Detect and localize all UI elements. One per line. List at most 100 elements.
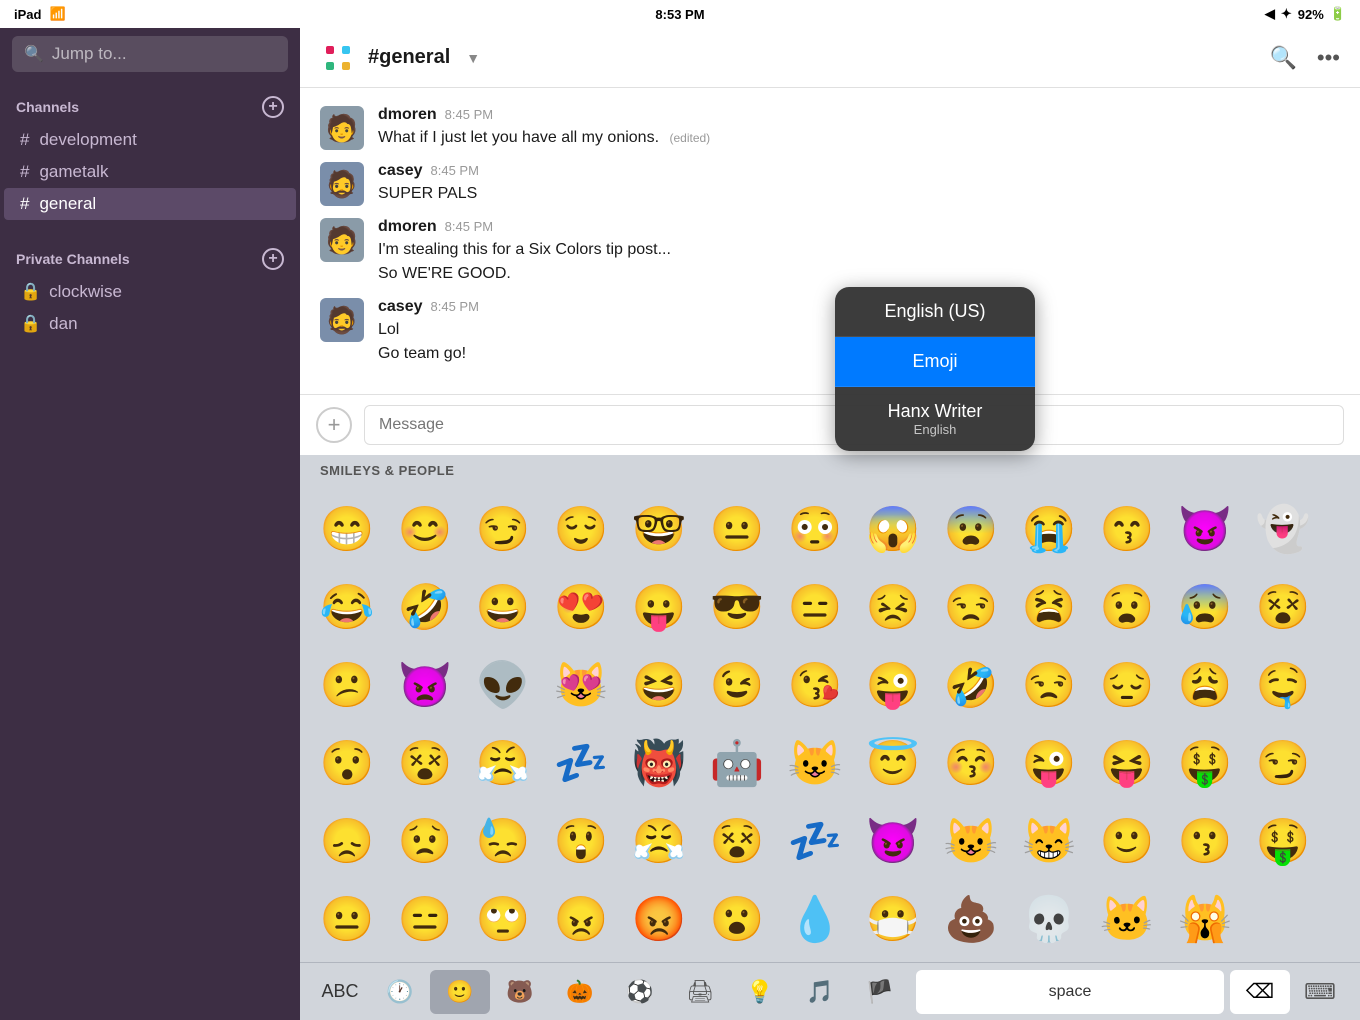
emoji-cell[interactable]: 👿 — [386, 646, 464, 724]
emoji-cell[interactable]: 🤣 — [932, 646, 1010, 724]
emoji-cell[interactable]: 🤣 — [386, 568, 464, 646]
food-icon[interactable]: 🎃 — [550, 970, 610, 1014]
emoji-cell[interactable]: 😌 — [542, 490, 620, 568]
emoji-cell[interactable]: 😓 — [464, 802, 542, 880]
emoji-cell[interactable]: 😏 — [1244, 724, 1322, 802]
emoji-cell[interactable]: 💀 — [1010, 880, 1088, 958]
emoji-cell[interactable]: 💧 — [776, 880, 854, 958]
activity-icon[interactable]: ⚽ — [610, 970, 670, 1014]
language-option-emoji[interactable]: Emoji — [835, 337, 1035, 387]
emoji-cell[interactable]: 😑 — [776, 568, 854, 646]
emoji-cell[interactable]: 😟 — [386, 802, 464, 880]
emoji-cell[interactable]: 🙀 — [1166, 880, 1244, 958]
nature-icon[interactable]: 🐻 — [490, 970, 550, 1014]
emoji-cell[interactable]: 😯 — [308, 724, 386, 802]
emoji-cell[interactable]: 😁 — [308, 490, 386, 568]
emoji-cell[interactable]: 😫 — [1010, 568, 1088, 646]
emoji-cell[interactable]: 🤤 — [1244, 646, 1322, 724]
emoji-cell[interactable]: 😻 — [542, 646, 620, 724]
emoji-cell[interactable]: 😊 — [386, 490, 464, 568]
abc-button[interactable]: ABC — [310, 970, 370, 1014]
emoji-cell[interactable]: 😧 — [1088, 568, 1166, 646]
emoji-cell[interactable]: 😤 — [620, 802, 698, 880]
emoji-cell[interactable]: 😈 — [854, 802, 932, 880]
language-option-hanx[interactable]: Hanx Writer English — [835, 387, 1035, 451]
emoji-cell[interactable]: 😝 — [1088, 724, 1166, 802]
emoji-cell[interactable]: 🙄 — [464, 880, 542, 958]
emoji-cell[interactable]: 😈 — [1166, 490, 1244, 568]
emoji-cell[interactable]: 😍 — [542, 568, 620, 646]
emoji-cell[interactable]: 😜 — [1010, 724, 1088, 802]
more-options-button[interactable]: ••• — [1317, 45, 1340, 71]
delete-button[interactable]: ⌫ — [1230, 970, 1290, 1014]
emoji-cell[interactable]: 😡 — [620, 880, 698, 958]
emoji-cell[interactable]: 🤑 — [1166, 724, 1244, 802]
space-button[interactable]: space — [916, 970, 1224, 1014]
emoji-cell[interactable]: 😺 — [776, 724, 854, 802]
emoji-cell[interactable]: 😨 — [932, 490, 1010, 568]
emoji-cell[interactable]: 😒 — [1010, 646, 1088, 724]
sidebar-item-general[interactable]: # general — [4, 188, 296, 220]
emoji-cell[interactable]: 😲 — [542, 802, 620, 880]
search-bar[interactable]: 🔍 Jump to... — [12, 36, 288, 72]
objects-icon[interactable]: 💡 — [730, 970, 790, 1014]
emoji-cell[interactable]: 😎 — [698, 568, 776, 646]
add-attachment-button[interactable]: + — [316, 407, 352, 443]
add-channel-button[interactable]: + — [262, 96, 284, 118]
flags-icon[interactable]: 🏴 — [850, 970, 910, 1014]
emoji-cell[interactable]: 😳 — [776, 490, 854, 568]
emoji-cell[interactable]: 😚 — [932, 724, 1010, 802]
emoji-cell[interactable]: 🤖 — [698, 724, 776, 802]
emoji-cell[interactable]: 😉 — [698, 646, 776, 724]
add-private-channel-button[interactable]: + — [262, 248, 284, 270]
travel-icon[interactable]: 🖨 — [670, 970, 730, 1014]
emoji-cell[interactable]: 😱 — [854, 490, 932, 568]
sidebar-item-gametalk[interactable]: # gametalk — [4, 156, 296, 188]
sidebar-item-clockwise[interactable]: 🔒 clockwise — [4, 276, 296, 308]
emoji-cell[interactable]: 😩 — [1166, 646, 1244, 724]
emoji-cell[interactable]: 😷 — [854, 880, 932, 958]
emoji-cell[interactable]: 😏 — [464, 490, 542, 568]
emoji-tab-icon[interactable]: 🙂 — [430, 970, 490, 1014]
emoji-cell[interactable]: 😤 — [464, 724, 542, 802]
emoji-cell[interactable]: 😠 — [542, 880, 620, 958]
language-option-english[interactable]: English (US) — [835, 287, 1035, 337]
emoji-cell[interactable]: 🐱 — [1088, 880, 1166, 958]
emoji-cell[interactable]: 😐 — [308, 880, 386, 958]
emoji-cell[interactable]: 😛 — [620, 568, 698, 646]
emoji-cell[interactable]: 😆 — [620, 646, 698, 724]
emoji-cell[interactable]: 🤓 — [620, 490, 698, 568]
emoji-cell[interactable]: 😸 — [1010, 802, 1088, 880]
emoji-cell[interactable]: 😙 — [1088, 490, 1166, 568]
emoji-cell[interactable]: 😺 — [932, 802, 1010, 880]
search-button[interactable]: 🔍 — [1269, 45, 1296, 71]
emoji-cell[interactable]: 😒 — [932, 568, 1010, 646]
emoji-cell[interactable]: 😵 — [1244, 568, 1322, 646]
symbols-icon[interactable]: 🎵 — [790, 970, 850, 1014]
channel-dropdown-icon[interactable]: ▼ — [466, 50, 480, 66]
keyboard-switch-icon[interactable]: ⌨ — [1290, 970, 1350, 1014]
emoji-cell[interactable]: 😂 — [308, 568, 386, 646]
emoji-cell[interactable]: 👽 — [464, 646, 542, 724]
emoji-cell[interactable]: 🙂 — [1088, 802, 1166, 880]
emoji-cell[interactable]: 😞 — [308, 802, 386, 880]
emoji-cell[interactable]: 😇 — [854, 724, 932, 802]
emoji-cell[interactable]: 👹 — [620, 724, 698, 802]
emoji-cell[interactable]: 😵 — [386, 724, 464, 802]
emoji-cell[interactable]: 😜 — [854, 646, 932, 724]
emoji-cell[interactable]: 😣 — [854, 568, 932, 646]
emoji-cell[interactable]: 😰 — [1166, 568, 1244, 646]
emoji-cell[interactable]: 😭 — [1010, 490, 1088, 568]
emoji-cell[interactable]: 💩 — [932, 880, 1010, 958]
emoji-cell[interactable]: 😕 — [308, 646, 386, 724]
emoji-cell[interactable]: 😵 — [698, 802, 776, 880]
emoji-cell[interactable]: 😔 — [1088, 646, 1166, 724]
sidebar-item-development[interactable]: # development — [4, 124, 296, 156]
emoji-cell[interactable]: 😘 — [776, 646, 854, 724]
emoji-cell[interactable]: 😗 — [1166, 802, 1244, 880]
sidebar-item-dan[interactable]: 🔒 dan — [4, 308, 296, 340]
emoji-cell[interactable]: 😀 — [464, 568, 542, 646]
emoji-cell[interactable]: 😑 — [386, 880, 464, 958]
emoji-cell[interactable]: 💤 — [542, 724, 620, 802]
recent-icon[interactable]: 🕐 — [370, 970, 430, 1014]
